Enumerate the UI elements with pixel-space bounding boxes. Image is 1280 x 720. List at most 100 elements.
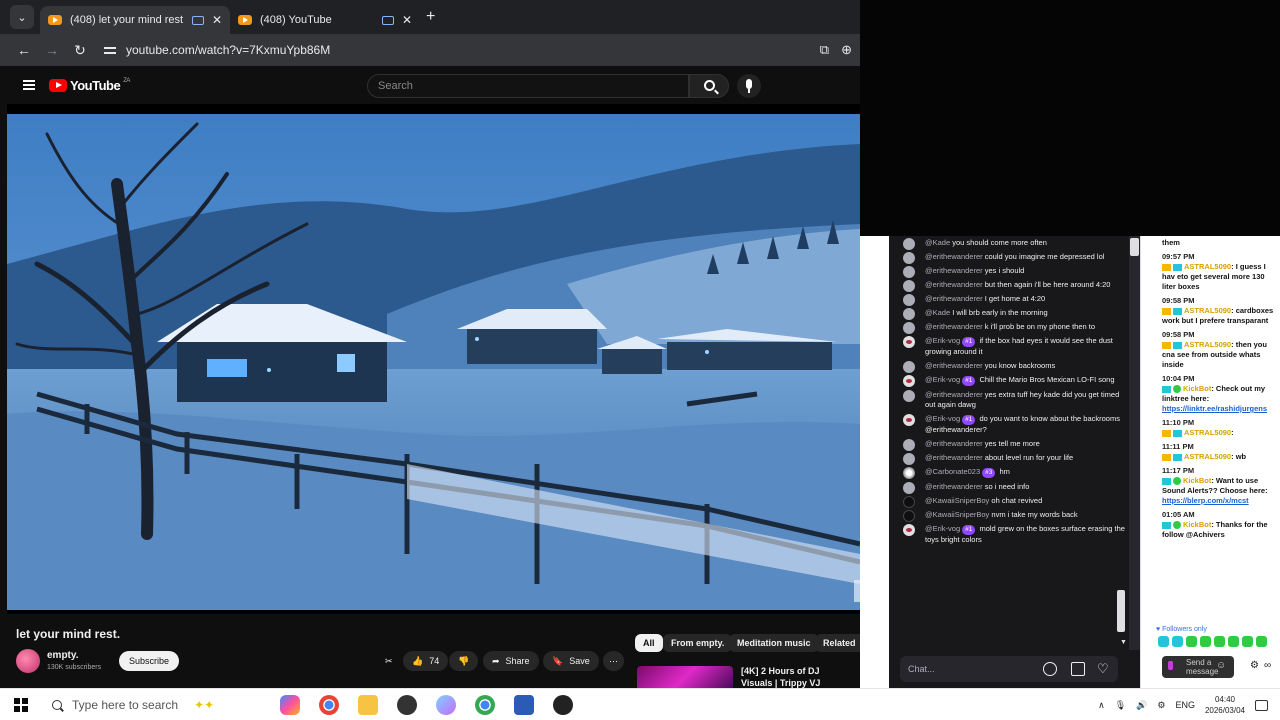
emote-bar[interactable] bbox=[1158, 636, 1267, 647]
user-avatar[interactable] bbox=[903, 496, 915, 508]
reload-button[interactable]: ↻ bbox=[66, 42, 94, 59]
chip-meditation-music[interactable]: Meditation music bbox=[729, 634, 819, 652]
gift-icon[interactable] bbox=[1071, 662, 1085, 676]
app-icon[interactable] bbox=[397, 695, 417, 715]
user-avatar[interactable] bbox=[903, 294, 915, 306]
channel-name[interactable]: empty. bbox=[47, 650, 79, 661]
alt-chat-username[interactable]: KickBot bbox=[1183, 476, 1211, 485]
emote-icon[interactable] bbox=[1186, 636, 1197, 647]
emote-icon[interactable] bbox=[1172, 636, 1183, 647]
emoji-icon[interactable] bbox=[1043, 662, 1057, 676]
user-avatar[interactable] bbox=[903, 238, 915, 250]
clock[interactable]: 04:40 2026/03/04 bbox=[1205, 694, 1245, 716]
chat-username[interactable]: @Erik-vog bbox=[925, 524, 960, 533]
chat-username[interactable]: @Kade bbox=[925, 238, 950, 247]
notifications-icon[interactable] bbox=[1255, 699, 1268, 711]
more-actions-button[interactable]: ⋯ bbox=[603, 651, 624, 671]
chevron-up-icon[interactable]: ∧ bbox=[1098, 700, 1105, 711]
alt-chat-username[interactable]: ASTRAL5090 bbox=[1184, 428, 1231, 437]
chat-username[interactable]: @erithewanderer bbox=[925, 453, 983, 462]
search-button[interactable] bbox=[689, 74, 729, 98]
search-input[interactable]: Search bbox=[367, 74, 689, 98]
recommended-thumbnail[interactable] bbox=[637, 666, 733, 688]
user-avatar[interactable] bbox=[903, 439, 915, 451]
chrome-icon[interactable] bbox=[319, 695, 339, 715]
tab-video[interactable]: (408) let your mind rest. - Yo ✕ bbox=[40, 6, 230, 34]
emote-icon[interactable] bbox=[1158, 636, 1169, 647]
alt-chat-username[interactable]: KickBot bbox=[1183, 520, 1211, 529]
chat-username[interactable]: @erithewanderer bbox=[925, 390, 983, 399]
infinity-icon[interactable]: ∞ bbox=[1264, 660, 1271, 671]
voice-search-button[interactable] bbox=[737, 74, 761, 98]
chat-username[interactable]: @erithewanderer bbox=[925, 439, 983, 448]
user-avatar[interactable] bbox=[903, 375, 915, 387]
alt-chat-username[interactable]: ASTRAL5090 bbox=[1184, 262, 1231, 271]
user-avatar[interactable] bbox=[903, 266, 915, 278]
chat-username[interactable]: @erithewanderer bbox=[925, 280, 983, 289]
subscribe-button[interactable]: Subscribe bbox=[119, 651, 180, 671]
heart-icon[interactable]: ♡ bbox=[1097, 661, 1109, 677]
forward-button[interactable]: → bbox=[38, 42, 66, 58]
chat-username[interactable]: @erithewanderer bbox=[925, 482, 983, 491]
microphone-icon[interactable] bbox=[1168, 661, 1173, 670]
video-player[interactable] bbox=[7, 104, 860, 614]
chat-username[interactable]: @erithewanderer bbox=[925, 294, 983, 303]
emoji-icon[interactable]: ☺ bbox=[1216, 660, 1226, 671]
user-avatar[interactable] bbox=[903, 336, 915, 348]
chrome-profile-icon[interactable] bbox=[475, 695, 495, 715]
snipping-tool-icon[interactable] bbox=[436, 695, 456, 715]
speaker-icon[interactable]: 🔊 bbox=[1136, 700, 1147, 711]
tab-youtube[interactable]: (408) YouTube ✕ bbox=[230, 6, 420, 34]
chat-username[interactable]: @erithewanderer bbox=[925, 322, 983, 331]
chat-input[interactable]: Chat... ♡ bbox=[900, 656, 1118, 682]
alt-chat-username[interactable]: KickBot bbox=[1183, 384, 1211, 393]
user-avatar[interactable] bbox=[903, 453, 915, 465]
tab-list-button[interactable]: ⌄ bbox=[10, 5, 34, 29]
emote-icon[interactable] bbox=[1242, 636, 1253, 647]
emote-icon[interactable] bbox=[1228, 636, 1239, 647]
user-avatar[interactable] bbox=[903, 280, 915, 292]
user-avatar[interactable] bbox=[903, 524, 915, 536]
address-bar[interactable]: youtube.com/watch?v=7KxmuYpb86M bbox=[104, 37, 804, 63]
channel-avatar[interactable] bbox=[16, 649, 40, 673]
chat-username[interactable]: @Erik-vog bbox=[925, 375, 960, 384]
chip-related[interactable]: Related bbox=[815, 634, 860, 652]
user-avatar[interactable] bbox=[903, 252, 915, 264]
chip-from-channel[interactable]: From empty. bbox=[663, 634, 733, 652]
menu-icon[interactable] bbox=[23, 80, 35, 90]
alt-chat-messages[interactable]: them 09:57 PM ASTRAL5090: I guess I hav et… bbox=[1150, 236, 1280, 542]
clip-button[interactable]: ✂ bbox=[385, 651, 393, 671]
alt-chat-link[interactable]: https://linktr.ee/rashidjurgens bbox=[1162, 404, 1267, 413]
copilot-icon[interactable] bbox=[280, 695, 300, 715]
chat-username[interactable]: @KawaiiSniperBoy bbox=[925, 496, 989, 505]
emote-icon[interactable] bbox=[1200, 636, 1211, 647]
user-avatar[interactable] bbox=[903, 467, 915, 479]
new-tab-button[interactable]: + bbox=[426, 8, 435, 26]
user-avatar[interactable] bbox=[903, 414, 915, 426]
site-info-icon[interactable] bbox=[104, 44, 116, 56]
chat-username[interactable]: @erithewanderer bbox=[925, 252, 983, 261]
alt-chat-link[interactable]: https://blerp.com/x/mcst bbox=[1162, 496, 1249, 505]
taskbar-search[interactable]: Type here to search ✦✦ bbox=[42, 689, 267, 720]
user-avatar[interactable] bbox=[903, 510, 915, 522]
scroll-down-icon[interactable]: ▼ bbox=[1120, 639, 1127, 646]
microphone-tray-icon[interactable]: 🎙 bbox=[1115, 700, 1126, 711]
chat-username[interactable]: @erithewanderer bbox=[925, 361, 983, 370]
chat-messages[interactable]: @Kade you should come more often @erithew… bbox=[889, 236, 1129, 650]
chip-all[interactable]: All bbox=[635, 634, 663, 652]
chat-username[interactable]: @KawaiiSniperBoy bbox=[925, 510, 989, 519]
dislike-button[interactable]: 👎 bbox=[449, 651, 479, 671]
recommended-title[interactable]: [4K] 2 Hours of DJ Visuals | Trippy VJ L… bbox=[741, 665, 846, 688]
zoom-icon[interactable]: ⊕ bbox=[841, 42, 852, 58]
url-text[interactable]: youtube.com/watch?v=7KxmuYpb86M bbox=[126, 43, 330, 57]
emote-icon[interactable] bbox=[1256, 636, 1267, 647]
user-avatar[interactable] bbox=[903, 390, 915, 402]
word-icon[interactable] bbox=[514, 695, 534, 715]
chat-scrollbar[interactable] bbox=[1129, 236, 1140, 650]
share-button[interactable]: ➦ Share bbox=[483, 651, 539, 671]
chat-username[interactable]: @Carbonate023 bbox=[925, 467, 980, 476]
chat-username[interactable]: @Erik-vog bbox=[925, 336, 960, 345]
alt-chat-username[interactable]: ASTRAL5090 bbox=[1184, 452, 1231, 461]
message-scrollbar-thumb[interactable] bbox=[1117, 590, 1125, 632]
language-indicator[interactable]: ENG bbox=[1175, 700, 1195, 710]
